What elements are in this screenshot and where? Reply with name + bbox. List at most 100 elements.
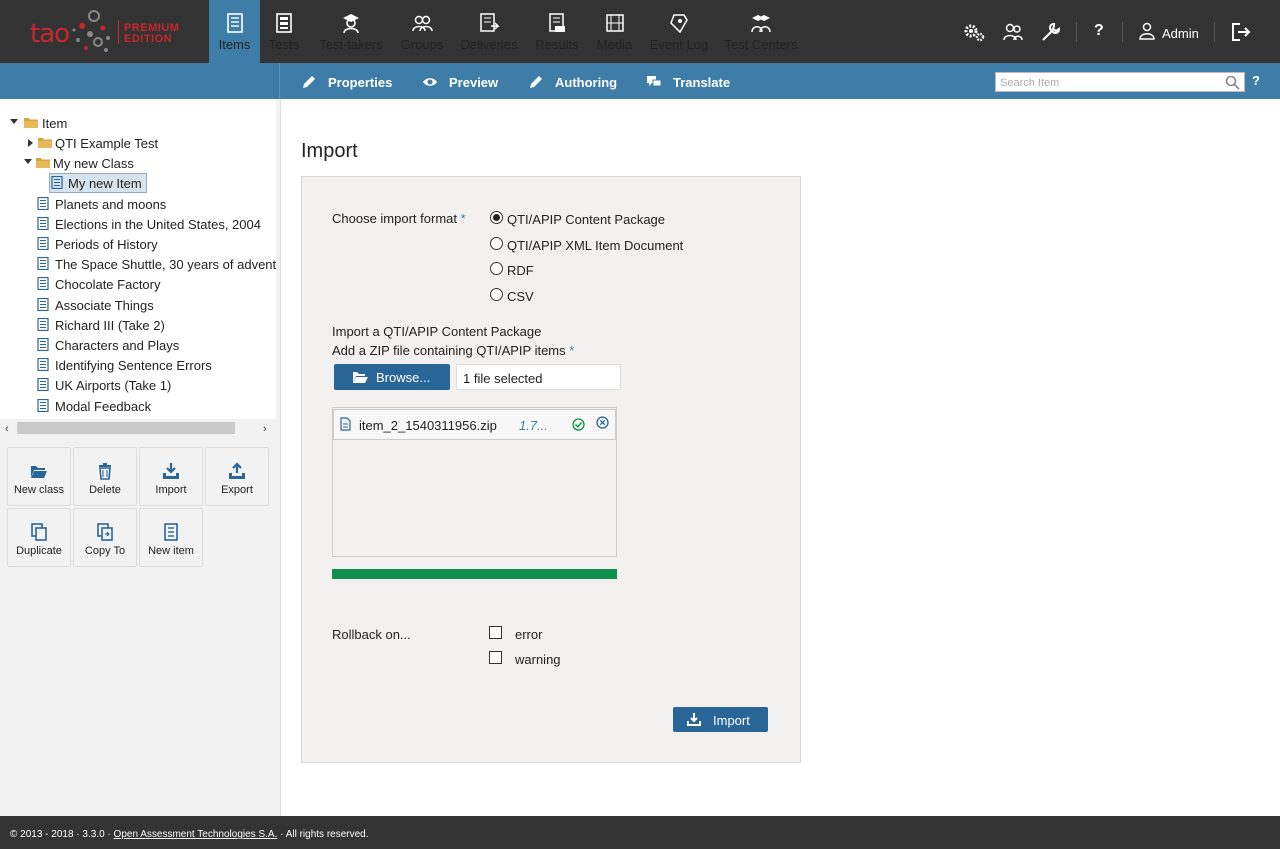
format-radio-csv[interactable] <box>490 288 503 301</box>
nav-test-takers[interactable]: Test-takers <box>312 0 390 63</box>
tree-node-label: Characters and Plays <box>55 338 180 353</box>
duplicate-button[interactable]: Duplicate <box>7 508 71 567</box>
folder-icon <box>24 118 38 128</box>
top-header: tao PREMIUM EDITION Items Tests Test-take… <box>0 0 1280 63</box>
rollback-error-checkbox[interactable] <box>489 626 502 639</box>
tree-horizontal-scrollbar[interactable]: ‹ › <box>0 419 276 437</box>
scrollbar-thumb[interactable] <box>17 422 235 434</box>
tree-node-label: QTI Example Test <box>55 136 159 151</box>
format-radio-rdf[interactable] <box>490 262 503 275</box>
tree-node-label: Associate Things <box>55 298 154 313</box>
scroll-left-arrow-icon[interactable]: ‹ <box>5 423 9 435</box>
tree-node-label: Planets and moons <box>55 197 167 212</box>
tree-node-label: The Space Shuttle, 30 years of adventure <box>55 257 276 272</box>
tests-icon <box>276 13 292 33</box>
delete-button[interactable]: Delete <box>73 447 137 506</box>
format-label-csv[interactable]: CSV <box>507 289 534 304</box>
tree-node-label: Periods of History <box>55 237 158 252</box>
copy-to-button[interactable]: Copy To <box>73 508 137 567</box>
logo-dots-icon <box>72 10 110 52</box>
tao-logo[interactable]: tao PREMIUM EDITION <box>0 0 209 63</box>
format-label-rdf[interactable]: RDF <box>507 263 534 278</box>
import-icon <box>163 463 179 479</box>
import-button[interactable]: Import <box>139 447 203 506</box>
rollback-error-label[interactable]: error <box>515 627 542 642</box>
nav-event-log-label: Event Log <box>649 37 709 52</box>
scroll-right-arrow-icon[interactable]: › <box>263 423 267 435</box>
header-divider <box>1214 22 1215 42</box>
format-radio-qti-package[interactable] <box>490 211 503 224</box>
file-name: item_2_1540311956.zip <box>359 418 497 433</box>
nav-test-centers[interactable]: Test Centers <box>721 0 801 63</box>
duplicate-icon <box>31 523 47 541</box>
tree-node-label: Modal Feedback <box>55 399 152 414</box>
folder-open-icon <box>31 466 47 478</box>
new-item-button[interactable]: New item <box>139 508 203 567</box>
rollback-warning-label[interactable]: warning <box>515 652 561 667</box>
remove-file-icon[interactable] <box>596 416 609 429</box>
delete-label: Delete <box>89 484 121 496</box>
logo-divider <box>118 20 119 44</box>
import-submit-label: Import <box>713 713 750 728</box>
format-label-qti-package[interactable]: QTI/APIP Content Package <box>507 212 665 227</box>
nav-results-label: Results <box>535 37 579 52</box>
nav-groups[interactable]: Groups <box>394 0 450 63</box>
logout-icon[interactable] <box>1230 21 1252 43</box>
search-input[interactable] <box>1000 75 1222 90</box>
nav-tests[interactable]: Tests <box>260 0 308 63</box>
import-label: Import <box>155 484 187 496</box>
nav-test-takers-label: Test-takers <box>319 37 383 52</box>
tree-node-label: Chocolate Factory <box>55 277 161 292</box>
browse-label: Browse... <box>376 370 431 385</box>
item-icon <box>37 338 49 351</box>
import-submit-button[interactable]: Import <box>673 707 768 732</box>
item-icon <box>37 318 49 331</box>
tree-node-label: My new Item <box>68 176 142 191</box>
item-icon <box>37 257 49 270</box>
test-takers-icon <box>343 14 359 34</box>
copy-to-label: Copy To <box>84 545 126 557</box>
upload-progress-fill <box>332 569 617 579</box>
company-link[interactable]: Open Assessment Technologies S.A. <box>114 829 278 840</box>
expand-arrow-icon[interactable] <box>28 139 33 147</box>
format-radio-qti-xml[interactable] <box>490 237 503 250</box>
browse-button[interactable]: Browse... <box>334 364 450 390</box>
rollback-label: Rollback on... <box>332 627 411 642</box>
action-bar-left-spacer <box>0 63 280 99</box>
file-size: 1.7... <box>519 418 548 433</box>
nav-deliveries-label: Deliveries <box>460 37 518 52</box>
expand-arrow-icon[interactable] <box>24 159 32 164</box>
nav-tests-label: Tests <box>268 37 300 52</box>
nav-media[interactable]: Media <box>592 0 637 63</box>
format-label-qti-xml[interactable]: QTI/APIP XML Item Document <box>507 238 683 253</box>
nav-event-log[interactable]: Event Log <box>645 0 713 63</box>
footer: © 2013 - 2018 · 3.3.0 · Open Assessment … <box>0 816 1280 849</box>
media-icon <box>605 14 624 32</box>
users-icon[interactable] <box>1002 21 1024 43</box>
search-help-icon[interactable]: ? <box>1252 73 1260 88</box>
resource-tree: Item QTI Example Test My new Class My new I… <box>0 99 276 419</box>
rollback-warning-checkbox[interactable] <box>489 651 502 664</box>
footer-text: © 2013 - 2018 · 3.3.0 · Open Assessment … <box>10 829 369 840</box>
folder-open-icon <box>353 372 368 383</box>
nav-items[interactable]: Items <box>209 0 260 63</box>
new-class-button[interactable]: New class <box>7 447 71 506</box>
pencil-icon <box>530 76 542 88</box>
wrench-icon[interactable] <box>1040 21 1062 43</box>
eye-icon <box>423 78 437 86</box>
export-button[interactable]: Export <box>205 447 269 506</box>
help-icon[interactable]: ? <box>1094 22 1104 40</box>
expand-arrow-icon[interactable] <box>10 119 18 124</box>
settings-gears-icon[interactable] <box>963 21 985 43</box>
header-divider <box>1122 22 1123 42</box>
user-icon <box>1139 22 1155 40</box>
translate-icon <box>647 76 662 87</box>
copy-to-icon <box>97 523 113 541</box>
item-icon <box>37 277 49 290</box>
nav-deliveries[interactable]: Deliveries <box>454 0 524 63</box>
deliveries-icon <box>480 13 500 32</box>
folder-icon <box>38 138 52 148</box>
search-icon[interactable] <box>1225 75 1240 90</box>
nav-results[interactable]: Results <box>530 0 584 63</box>
item-icon <box>51 176 63 189</box>
